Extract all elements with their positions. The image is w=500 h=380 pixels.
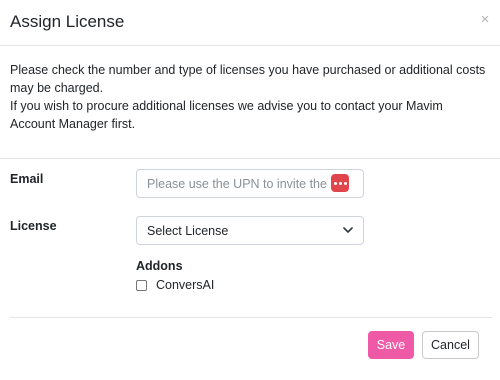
footer-divider	[10, 317, 492, 318]
email-input[interactable]	[136, 169, 364, 198]
license-label: License	[10, 219, 57, 233]
password-manager-icon[interactable]	[331, 174, 349, 192]
addon-item-conversai[interactable]: ConversAI	[136, 277, 214, 293]
chevron-down-icon	[343, 227, 353, 233]
intro-text: Please check the number and type of lice…	[10, 61, 490, 133]
conversai-checkbox[interactable]	[136, 279, 147, 291]
dialog-title: Assign License	[10, 12, 125, 31]
dialog-header: Assign License ×	[0, 0, 500, 46]
cancel-button[interactable]: Cancel	[422, 331, 479, 359]
license-select[interactable]: Select License	[136, 216, 364, 245]
addons-title: Addons	[136, 259, 183, 273]
intro-line-charges: Please check the number and type of lice…	[10, 63, 486, 95]
email-label: Email	[10, 172, 44, 186]
addon-label: ConversAI	[156, 278, 215, 292]
close-icon[interactable]: ×	[478, 12, 492, 28]
assign-license-dialog: Assign License × Please check the number…	[0, 0, 500, 380]
save-button[interactable]: Save	[368, 331, 414, 359]
license-select-value: Select License	[147, 223, 229, 238]
intro-line-contact: If you wish to procure additional licens…	[10, 99, 443, 131]
header-divider	[0, 158, 500, 159]
